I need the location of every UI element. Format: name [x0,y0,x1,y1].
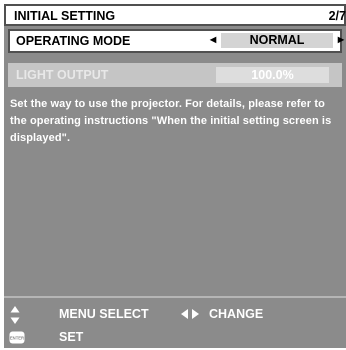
help-description: Set the way to use the projector. For de… [10,98,332,144]
enter-key-text: ENTER [10,336,24,341]
enter-key-icon: ENTER [9,331,25,344]
operating-mode-row[interactable]: OPERATING MODE ◀ NORMAL ▶ [8,29,344,53]
change-label: CHANGE [209,307,264,321]
operating-mode-value[interactable]: NORMAL [221,33,333,48]
light-output-row[interactable]: LIGHT OUTPUT 100.0% [8,63,342,87]
osd-menu-panel: INITIAL SETTING 2/7 OPERATING MODE ◀ NOR… [4,4,346,348]
caret-left-icon[interactable]: ◀ [210,35,216,44]
light-output-label: LIGHT OUTPUT [16,68,109,82]
menu-header: INITIAL SETTING 2/7 [4,4,346,26]
guide-divider [4,296,346,298]
set-label: SET [59,330,84,344]
light-output-value[interactable]: 100.0% [216,67,329,83]
caret-right-icon[interactable]: ▶ [338,35,344,44]
up-down-arrows-icon [10,306,20,324]
menu-title: INITIAL SETTING [14,9,116,23]
page-indicator: 2/7 [328,9,346,23]
operating-mode-label: OPERATING MODE [16,34,131,48]
menu-select-label: MENU SELECT [59,307,149,321]
left-right-arrows-icon [181,309,199,319]
